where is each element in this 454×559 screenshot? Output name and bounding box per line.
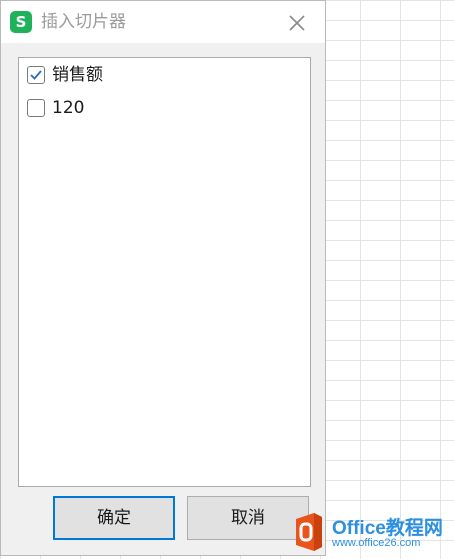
list-item[interactable]: 销售额 bbox=[27, 62, 103, 88]
checkbox-unchecked[interactable] bbox=[27, 99, 45, 117]
watermark: Office教程网 www.office26.com bbox=[290, 511, 452, 553]
list-item-label: 销售额 bbox=[52, 65, 103, 85]
dialog-title: 插入切片器 bbox=[41, 12, 126, 32]
wps-spreadsheet-icon: S bbox=[10, 11, 32, 33]
ok-button[interactable]: 确定 bbox=[53, 496, 175, 540]
checkbox-checked[interactable] bbox=[27, 66, 45, 84]
watermark-brand: Office教程网 bbox=[332, 518, 443, 539]
close-button[interactable] bbox=[284, 10, 310, 36]
office-logo-icon bbox=[296, 513, 322, 551]
dialog-titlebar: S 插入切片器 bbox=[1, 1, 325, 43]
watermark-url: www.office26.com bbox=[332, 537, 421, 549]
check-icon bbox=[30, 70, 42, 80]
list-item-label: 120 bbox=[52, 98, 85, 118]
close-icon bbox=[289, 15, 305, 31]
insert-slicer-dialog: S 插入切片器 销售额 120 确定 取消 bbox=[0, 0, 326, 556]
field-list[interactable]: 销售额 120 bbox=[18, 57, 311, 487]
list-item[interactable]: 120 bbox=[27, 95, 84, 121]
